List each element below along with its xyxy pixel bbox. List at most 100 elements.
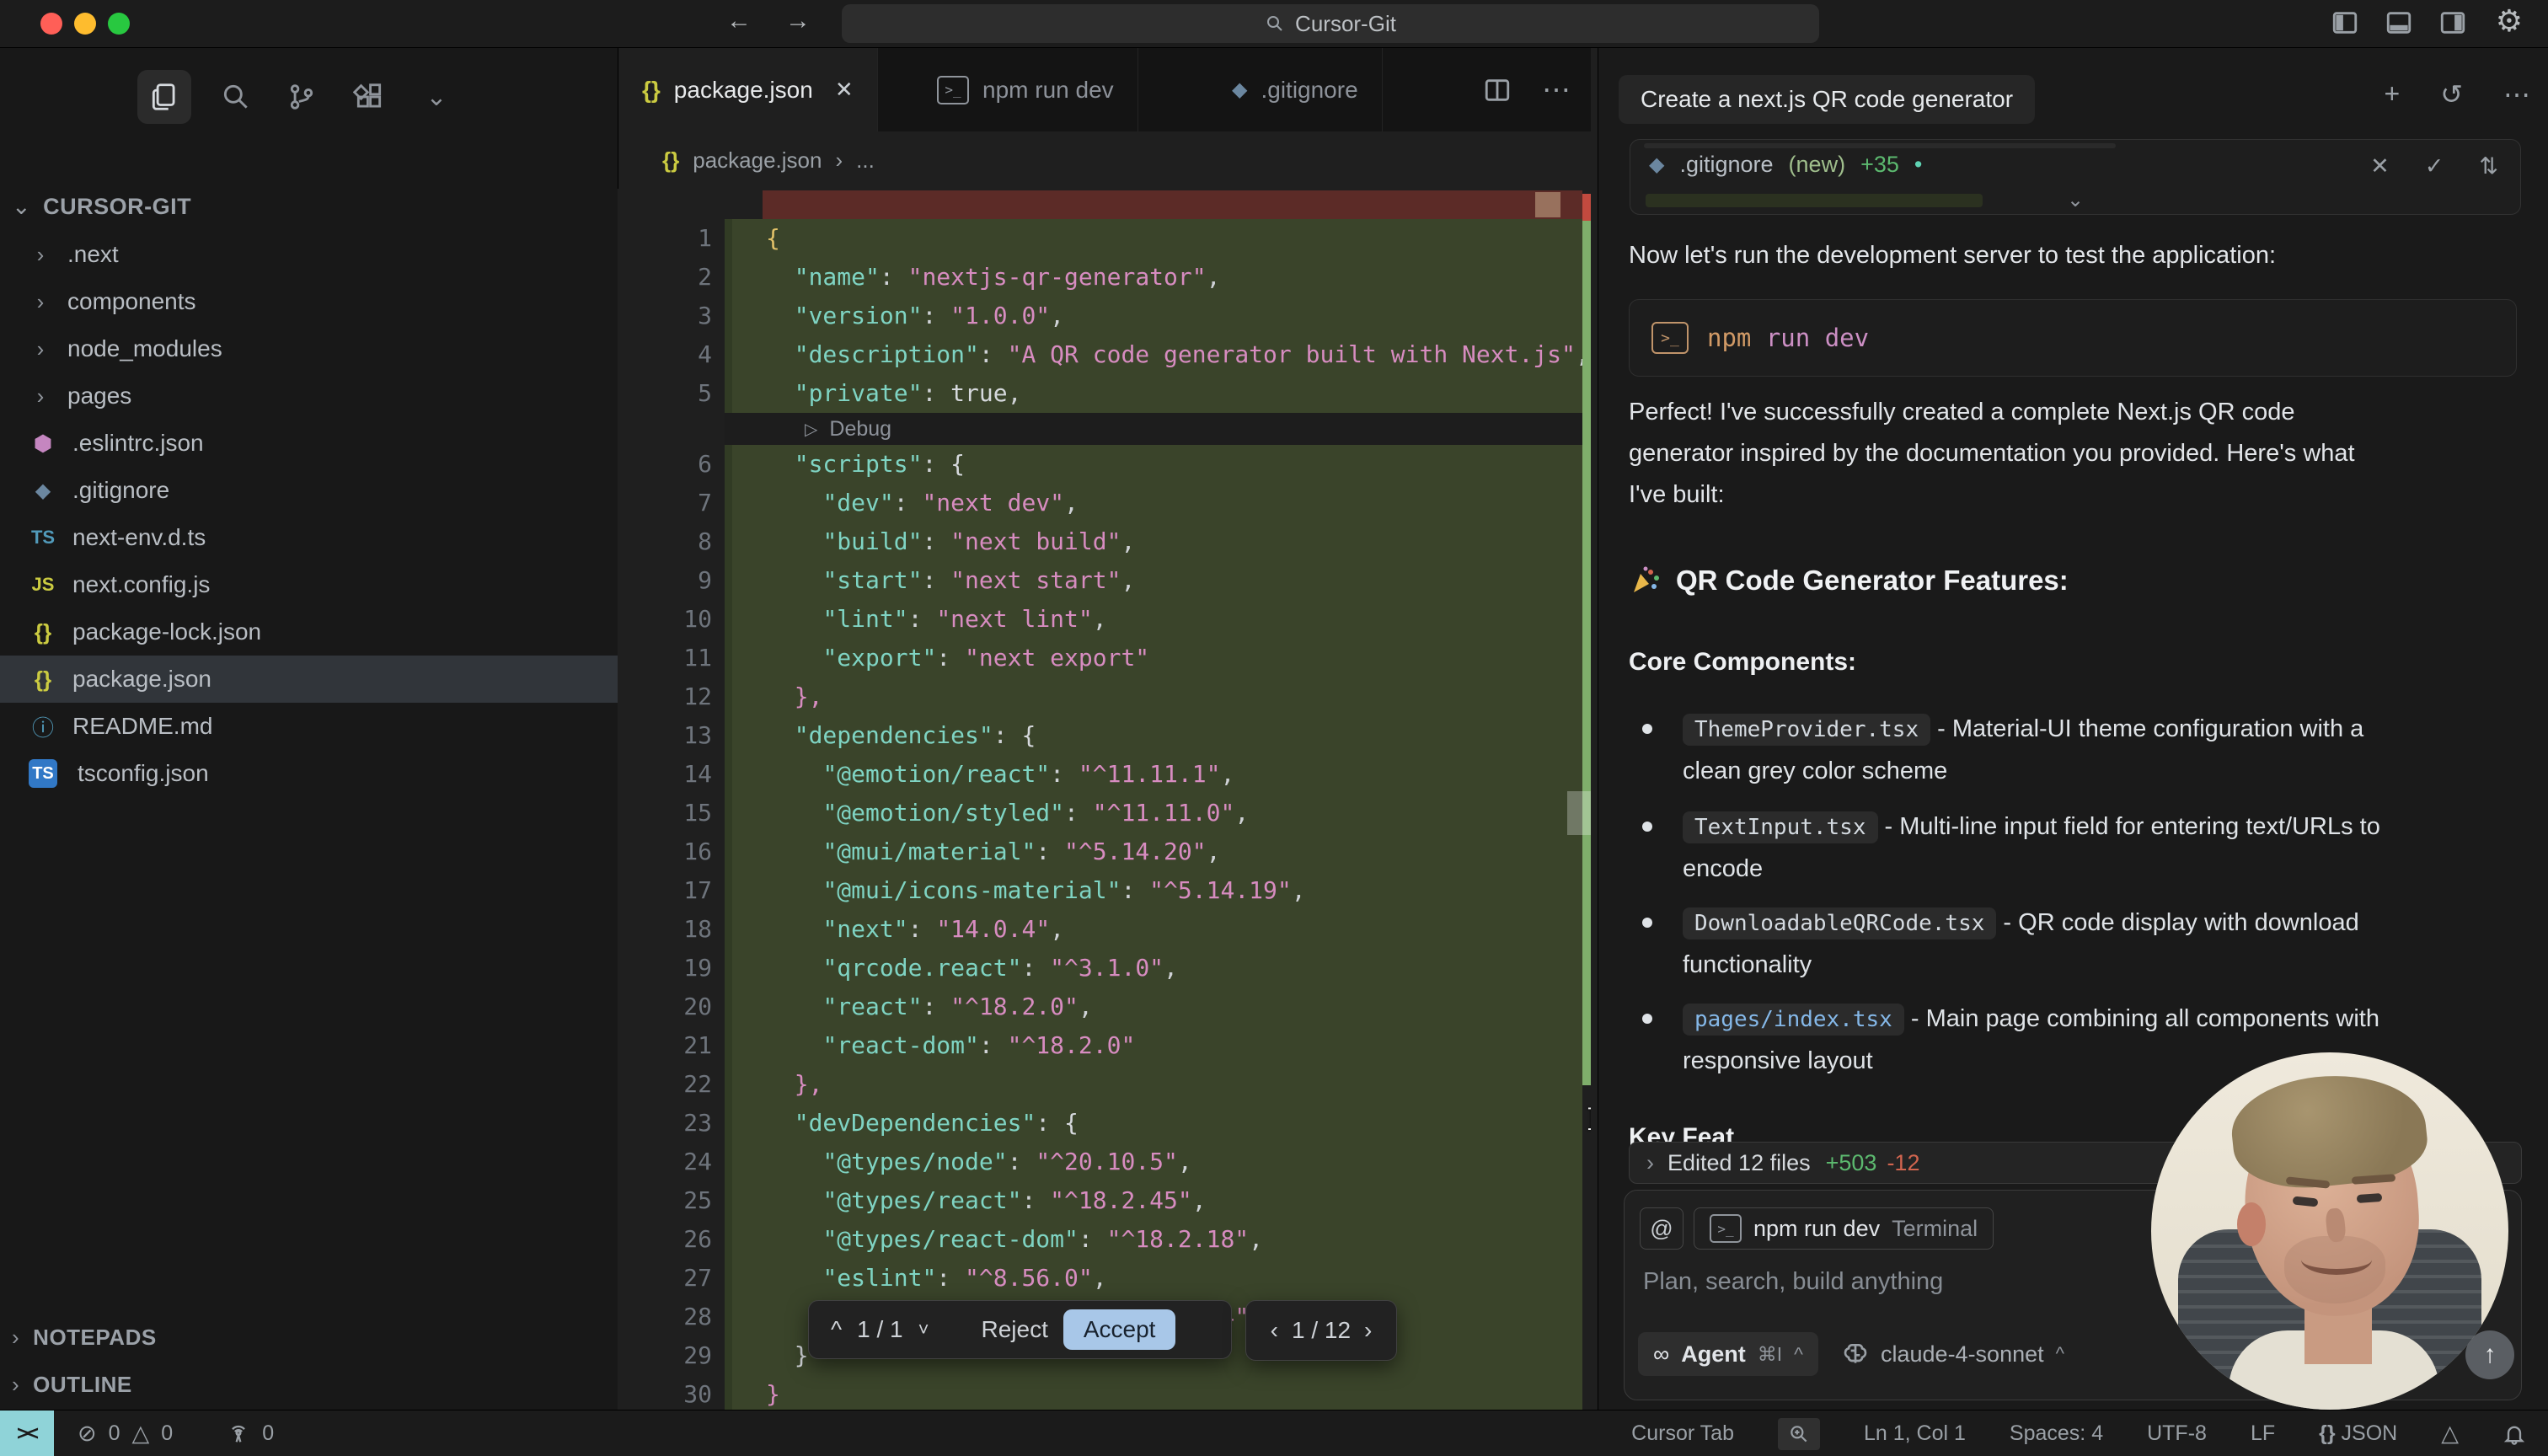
extensions-icon[interactable]: [342, 70, 396, 124]
code-line[interactable]: 26 "@types/react-dom": "^18.2.18",: [618, 1220, 1591, 1259]
command-block[interactable]: >_ npm run dev: [1629, 299, 2517, 377]
ports-icon[interactable]: [227, 1422, 250, 1446]
code-line[interactable]: 13 "dependencies": {: [618, 716, 1591, 755]
explorer-icon[interactable]: [137, 70, 191, 124]
warnings-icon[interactable]: △: [132, 1421, 150, 1447]
code-line[interactable]: 6 "scripts": {: [618, 445, 1591, 484]
cursor-tab-status[interactable]: Cursor Tab: [1631, 1421, 1734, 1446]
code-chip[interactable]: pages/index.tsx: [1683, 1004, 1904, 1036]
new-chat-icon[interactable]: +: [2385, 78, 2401, 110]
agent-mode-selector[interactable]: ∞ Agent ⌘I ^: [1638, 1332, 1818, 1376]
code-line[interactable]: 3 "version": "1.0.0",: [618, 297, 1591, 335]
file-change-card[interactable]: ◆ .gitignore (new) +35 • ✕ ✓ ⇅ ⌄: [1630, 139, 2521, 215]
tab-package-json[interactable]: {} package.json ✕: [618, 48, 878, 131]
code-line[interactable]: 9 "start": "next start",: [618, 561, 1591, 600]
file-tree-item-components[interactable]: › components: [0, 278, 618, 325]
code-line[interactable]: 7 "dev": "next dev",: [618, 484, 1591, 522]
code-line[interactable]: 21 "react-dom": "^18.2.0": [618, 1026, 1591, 1065]
prev-diff-icon[interactable]: ^: [831, 1316, 842, 1343]
file-tree-item--next[interactable]: › .next: [0, 231, 618, 278]
section-outline[interactable]: › OUTLINE: [12, 1361, 602, 1408]
more-options-icon[interactable]: ⋯: [2503, 78, 2530, 110]
code-line[interactable]: 15 "@emotion/styled": "^11.11.0",: [618, 794, 1591, 832]
file-tree-item-README-md[interactable]: ⓘ README.md: [0, 703, 618, 750]
context-chip-terminal[interactable]: >_ npm run dev Terminal: [1694, 1207, 1994, 1250]
code-line[interactable]: 23 "devDependencies": {: [618, 1104, 1591, 1143]
tab-npm-run-dev[interactable]: >_ npm run dev: [913, 48, 1138, 131]
close-icon[interactable]: ✕: [835, 77, 854, 103]
chat-tab-title[interactable]: Create a next.js QR code generator: [1619, 75, 2036, 124]
line-col-indicator[interactable]: Ln 1, Col 1: [1864, 1421, 1966, 1446]
discard-icon[interactable]: ✕: [2370, 153, 2390, 179]
prev-file-icon[interactable]: ‹: [1271, 1317, 1278, 1344]
code-line[interactable]: 2 "name": "nextjs-qr-generator",: [618, 258, 1591, 297]
mention-button[interactable]: @: [1640, 1207, 1684, 1250]
model-selector[interactable]: claude-4-sonnet ^: [1842, 1332, 2064, 1376]
errors-icon[interactable]: ⊘: [78, 1421, 97, 1447]
remote-indicator[interactable]: ><: [0, 1410, 54, 1456]
maximize-window-button[interactable]: [108, 13, 130, 35]
encoding-indicator[interactable]: UTF-8: [2147, 1421, 2207, 1446]
code-line[interactable]: 20 "react": "^18.2.0",: [618, 988, 1591, 1026]
file-tree-item--eslintrc-json[interactable]: ⬢ .eslintrc.json: [0, 420, 618, 467]
history-icon[interactable]: ↺: [2440, 78, 2463, 110]
breadcrumb[interactable]: {} package.json › ...: [618, 131, 1591, 189]
code-line[interactable]: 10 "lint": "next lint",: [618, 600, 1591, 639]
close-window-button[interactable]: [40, 13, 62, 35]
code-line[interactable]: 24 "@types/node": "^20.10.5",: [618, 1143, 1591, 1181]
code-line[interactable]: 8 "build": "next build",: [618, 522, 1591, 561]
editor-pane[interactable]: 1{2 "name": "nextjs-qr-generator", 3 "ver…: [618, 189, 1591, 1410]
code-line[interactable]: 17 "@mui/icons-material": "^5.14.19",: [618, 871, 1591, 910]
toggle-bottom-panel-icon[interactable]: [2385, 8, 2413, 41]
debug-codelens[interactable]: ▷ Debug: [725, 413, 1582, 445]
editor-scrollbar[interactable]: [1567, 791, 1591, 835]
code-line[interactable]: 25 "@types/react": "^18.2.45",: [618, 1181, 1591, 1220]
toggle-left-panel-icon[interactable]: [2331, 8, 2359, 41]
section-notepads[interactable]: › NOTEPADS: [12, 1314, 602, 1361]
code-chip[interactable]: ThemeProvider.tsx: [1683, 714, 1931, 746]
code-line[interactable]: 18 "next": "14.0.4",: [618, 910, 1591, 949]
split-editor-icon[interactable]: [1483, 76, 1512, 104]
file-tree-item-tsconfig-json[interactable]: TS tsconfig.json: [0, 750, 618, 797]
settings-gear-icon[interactable]: ⚙: [2496, 3, 2523, 39]
accept-icon[interactable]: ✓: [2425, 153, 2444, 179]
indentation-indicator[interactable]: Spaces: 4: [2010, 1421, 2103, 1446]
code-line[interactable]: 5 "private": true,: [618, 374, 1591, 413]
chevron-down-icon[interactable]: ⌄: [410, 70, 463, 124]
file-tree-item-next-config-js[interactable]: JS next.config.js: [0, 561, 618, 608]
code-chip[interactable]: TextInput.tsx: [1683, 811, 1878, 843]
reject-button[interactable]: Reject: [981, 1316, 1047, 1343]
tab-gitignore[interactable]: ◆ .gitignore: [1208, 48, 1383, 131]
toggle-right-panel-icon[interactable]: [2438, 8, 2467, 41]
code-line[interactable]: 11 "export": "next export": [618, 639, 1591, 677]
zoom-icon[interactable]: [1778, 1417, 1820, 1450]
notifications-bell-icon[interactable]: [2502, 1422, 2526, 1446]
ports-count[interactable]: 0: [262, 1421, 274, 1446]
code-line[interactable]: 12 },: [618, 677, 1591, 716]
file-tree-item-package-json[interactable]: {} package.json: [0, 656, 618, 703]
file-tree-item-node-modules[interactable]: › node_modules: [0, 325, 618, 372]
code-line[interactable]: 1{: [618, 219, 1591, 258]
code-line[interactable]: 4 "description": "A QR code generator bu…: [618, 335, 1591, 374]
next-diff-icon[interactable]: ˅: [918, 1319, 929, 1341]
source-control-icon[interactable]: [275, 70, 329, 124]
file-tree-item-pages[interactable]: › pages: [0, 372, 618, 420]
chat-input-placeholder[interactable]: Plan, search, build anything: [1643, 1268, 1943, 1296]
accept-button[interactable]: Accept: [1063, 1309, 1176, 1350]
code-line[interactable]: 16 "@mui/material": "^5.14.20",: [618, 832, 1591, 871]
warnings-count[interactable]: 0: [161, 1421, 173, 1446]
project-root[interactable]: ⌄ CURSOR-GIT: [12, 188, 191, 225]
code-line[interactable]: 30}: [618, 1375, 1591, 1410]
back-arrow-icon[interactable]: ←: [726, 7, 752, 35]
next-file-icon[interactable]: ›: [1364, 1317, 1372, 1344]
errors-count[interactable]: 0: [109, 1421, 120, 1446]
file-tree-item--gitignore[interactable]: ◆ .gitignore: [0, 467, 618, 514]
language-indicator[interactable]: {} JSON: [2319, 1421, 2397, 1446]
chevron-down-icon[interactable]: ⌄: [2067, 188, 2084, 212]
code-chip[interactable]: DownloadableQRCode.tsx: [1683, 907, 1997, 939]
minimize-window-button[interactable]: [74, 13, 96, 35]
code-line[interactable]: 14 "@emotion/react": "^11.11.1",: [618, 755, 1591, 794]
window-search[interactable]: Cursor-Git: [842, 4, 1819, 43]
expand-collapse-icon[interactable]: ⇅: [2479, 153, 2498, 179]
eol-indicator[interactable]: LF: [2251, 1421, 2275, 1446]
